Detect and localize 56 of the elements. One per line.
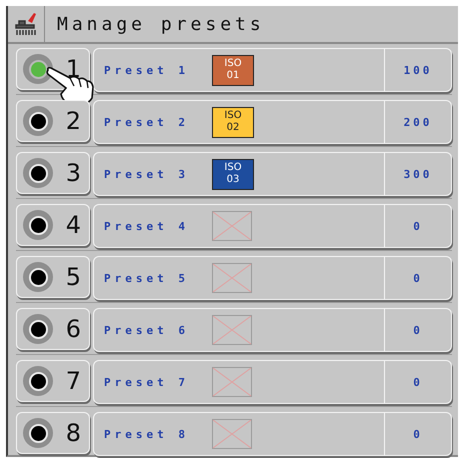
preset-name: Preset 6 [104, 324, 190, 336]
preset-name: Preset 3 [104, 168, 190, 180]
preset-button[interactable]: Preset 8 0 [93, 412, 452, 456]
empty-image-icon [212, 211, 252, 241]
empty-image-icon [212, 263, 252, 293]
preset-select-button[interactable]: 4 [16, 204, 90, 246]
empty-image-icon [212, 419, 252, 449]
preset-value: 0 [384, 257, 451, 299]
preset-button[interactable]: Preset 6 0 [93, 308, 452, 352]
radio-indicator [23, 366, 53, 396]
preset-value: 0 [384, 205, 451, 247]
iso-tag: ISO 01 [212, 54, 254, 86]
preset-value: 0 [384, 413, 451, 455]
iso-tag: ISO 02 [212, 106, 254, 138]
screen-title: Manage presets [57, 14, 265, 34]
preset-number: 7 [66, 367, 81, 395]
preset-number: 6 [66, 315, 81, 343]
preset-value: 0 [384, 309, 451, 351]
preset-name: Preset 1 [104, 64, 190, 76]
preset-select-button[interactable]: 7 [16, 360, 90, 402]
empty-image-icon [212, 315, 252, 345]
preset-select-button[interactable]: 3 [16, 152, 90, 194]
preset-name: Preset 8 [104, 428, 190, 440]
seeder-icon [14, 11, 38, 37]
preset-button[interactable]: Preset 2 ISO 02 200 [93, 100, 452, 144]
radio-indicator [23, 106, 53, 136]
preset-button[interactable]: Preset 1 ISO 01 100 [93, 48, 452, 92]
preset-number: 8 [66, 419, 81, 447]
radio-indicator [23, 54, 53, 84]
radio-indicator [23, 262, 53, 292]
preset-button[interactable]: Preset 7 0 [93, 360, 452, 404]
preset-name: Preset 5 [104, 272, 190, 284]
preset-name: Preset 7 [104, 376, 190, 388]
preset-select-button[interactable]: 6 [16, 308, 90, 350]
preset-button[interactable]: Preset 5 0 [93, 256, 452, 300]
preset-select-button[interactable]: 8 [16, 412, 90, 454]
preset-value: 200 [384, 101, 451, 143]
preset-name: Preset 4 [104, 220, 190, 232]
preset-value: 300 [384, 153, 451, 195]
preset-select-button[interactable]: 2 [16, 100, 90, 142]
preset-value: 100 [384, 49, 451, 91]
radio-indicator [23, 418, 53, 448]
preset-number: 4 [66, 211, 81, 239]
preset-number: 3 [66, 159, 81, 187]
preset-number: 5 [66, 263, 81, 291]
radio-indicator [23, 314, 53, 344]
iso-tag: ISO 03 [212, 158, 254, 190]
preset-select-button[interactable]: 5 [16, 256, 90, 298]
preset-button[interactable]: Preset 4 0 [93, 204, 452, 248]
preset-value: 0 [384, 361, 451, 403]
preset-number: 2 [66, 107, 81, 135]
preset-button[interactable]: Preset 3 ISO 03 300 [93, 152, 452, 196]
empty-image-icon [212, 367, 252, 397]
radio-indicator [23, 210, 53, 240]
radio-indicator [23, 158, 53, 188]
preset-name: Preset 2 [104, 116, 190, 128]
